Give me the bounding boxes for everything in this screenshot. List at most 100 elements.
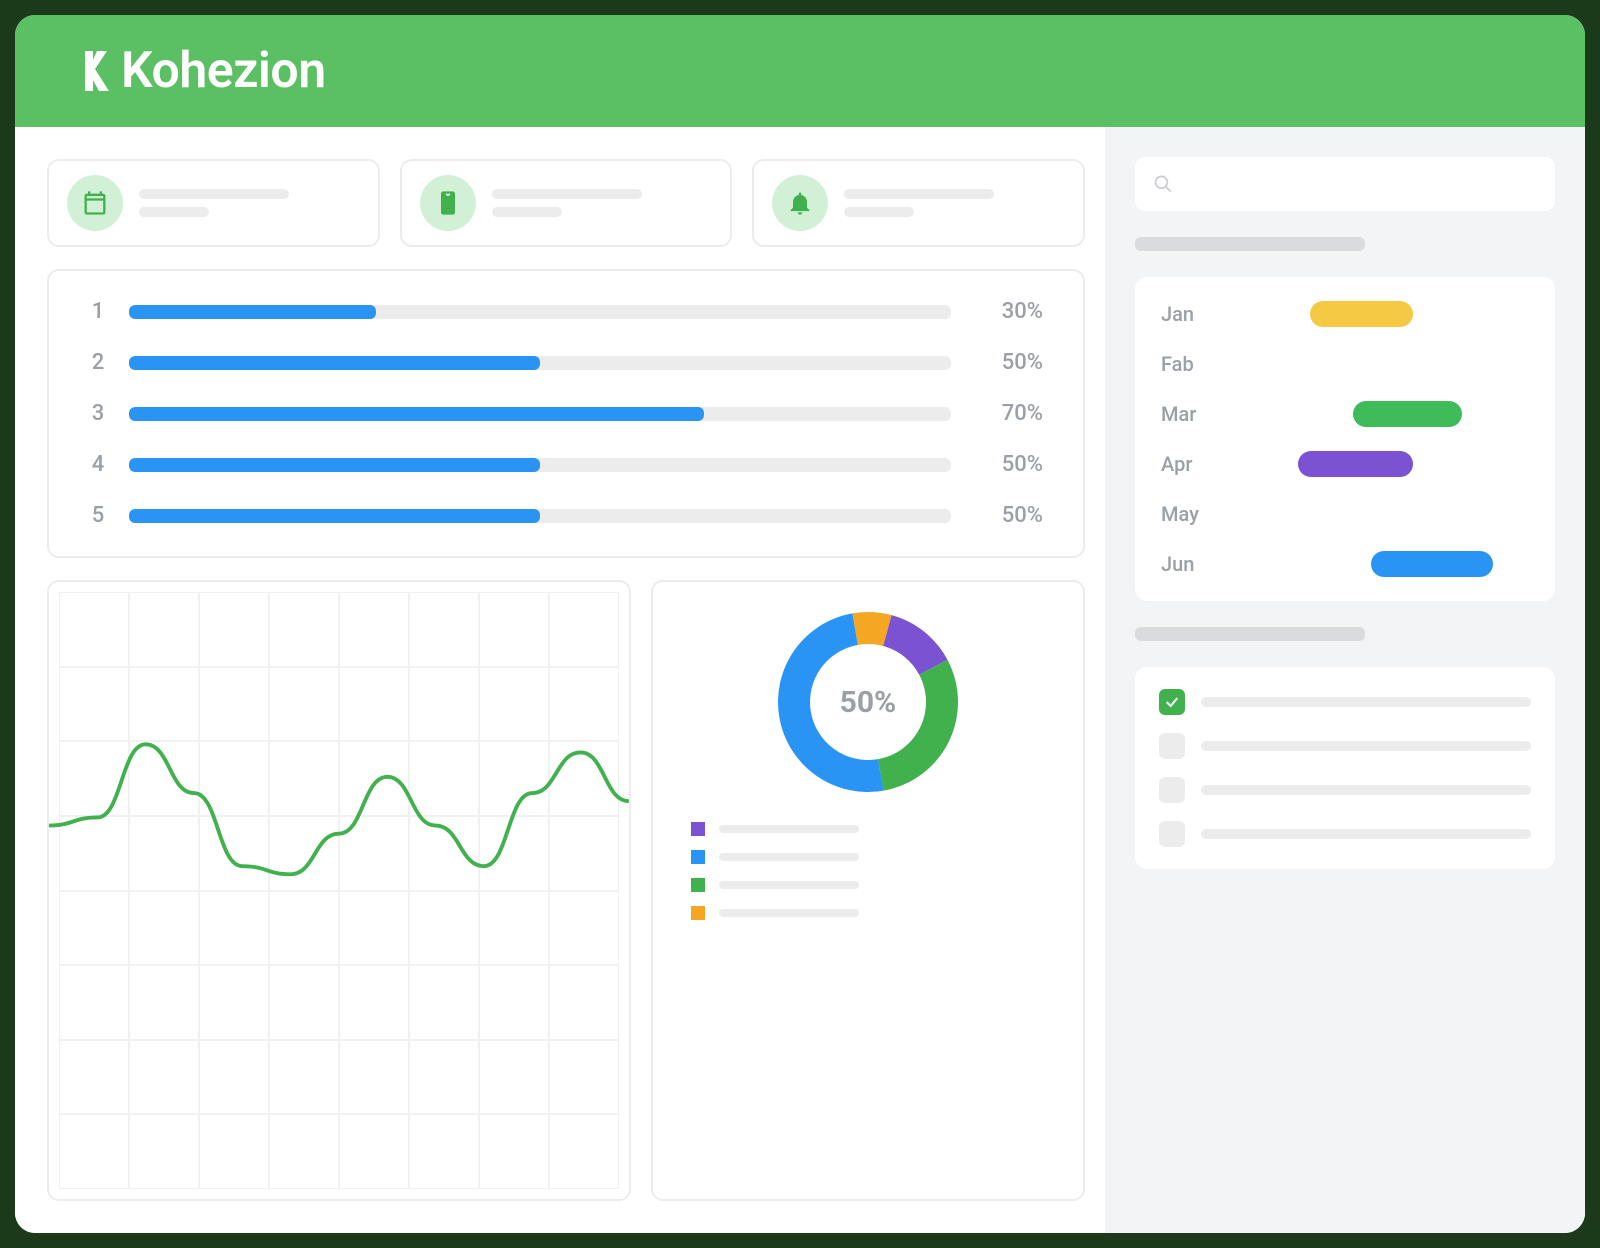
checklist-panel bbox=[1135, 667, 1555, 869]
gantt-row: Jun bbox=[1161, 551, 1529, 577]
legend-item bbox=[691, 850, 859, 864]
placeholder-line bbox=[139, 189, 289, 199]
legend-item bbox=[691, 822, 859, 836]
checkbox-icon[interactable] bbox=[1159, 777, 1185, 803]
search-box[interactable] bbox=[1135, 157, 1555, 211]
checklist-item[interactable] bbox=[1159, 777, 1531, 803]
gantt-bar bbox=[1310, 301, 1413, 327]
placeholder-line bbox=[1201, 741, 1531, 751]
bar-index: 3 bbox=[89, 401, 107, 426]
gantt-month-label: Apr bbox=[1161, 452, 1209, 476]
gantt-month-label: May bbox=[1161, 502, 1209, 526]
sidebar: Jan Fab Mar Apr May Jun bbox=[1105, 127, 1585, 1233]
main-column: 1 30% 2 50% 3 70% 4 50% 5 50% 50% bbox=[15, 127, 1105, 1233]
progress-bar-row: 5 50% bbox=[89, 503, 1043, 528]
gantt-row: Mar bbox=[1161, 401, 1529, 427]
bar-index: 5 bbox=[89, 503, 107, 528]
checkbox-icon[interactable] bbox=[1159, 733, 1185, 759]
legend-item bbox=[691, 906, 859, 920]
placeholder-line bbox=[492, 189, 642, 199]
checklist-item[interactable] bbox=[1159, 689, 1531, 715]
progress-bars-panel: 1 30% 2 50% 3 70% 4 50% 5 50% bbox=[47, 269, 1085, 558]
placeholder-line bbox=[139, 207, 209, 217]
donut-center-label: 50% bbox=[840, 685, 897, 720]
brand-name: Kohezion bbox=[121, 42, 326, 100]
bar-track bbox=[129, 509, 951, 523]
summary-card-calendar[interactable] bbox=[47, 159, 380, 247]
donut-chart: 50% bbox=[768, 602, 968, 802]
checklist-item[interactable] bbox=[1159, 821, 1531, 847]
placeholder-line bbox=[844, 189, 994, 199]
bar-percent: 50% bbox=[973, 350, 1043, 375]
gantt-month-label: Jan bbox=[1161, 302, 1209, 326]
checkbox-icon[interactable] bbox=[1159, 821, 1185, 847]
bell-icon bbox=[772, 175, 828, 231]
gantt-bar bbox=[1371, 551, 1493, 577]
placeholder-line bbox=[719, 881, 859, 889]
placeholder-line bbox=[719, 825, 859, 833]
donut-legend bbox=[681, 822, 859, 920]
gantt-row: May bbox=[1161, 501, 1529, 527]
gantt-bar bbox=[1298, 451, 1414, 477]
progress-bar-row: 2 50% bbox=[89, 350, 1043, 375]
gantt-row: Apr bbox=[1161, 451, 1529, 477]
gantt-track bbox=[1225, 501, 1529, 527]
search-icon bbox=[1153, 173, 1173, 195]
bar-percent: 50% bbox=[973, 452, 1043, 477]
app-window: Kohezion bbox=[15, 15, 1585, 1233]
search-input[interactable] bbox=[1183, 174, 1537, 195]
placeholder-line bbox=[1201, 697, 1531, 707]
legend-swatch bbox=[691, 822, 705, 836]
calendar-icon bbox=[67, 175, 123, 231]
progress-bar-row: 1 30% bbox=[89, 299, 1043, 324]
legend-swatch bbox=[691, 878, 705, 892]
gantt-track bbox=[1225, 551, 1529, 577]
checkbox-checked-icon[interactable] bbox=[1159, 689, 1185, 715]
section-heading-placeholder bbox=[1135, 237, 1365, 251]
charts-row: 50% bbox=[47, 580, 1085, 1201]
gantt-track bbox=[1225, 351, 1529, 377]
legend-swatch bbox=[691, 906, 705, 920]
bar-percent: 70% bbox=[973, 401, 1043, 426]
summary-card-bell[interactable] bbox=[752, 159, 1085, 247]
bar-track bbox=[129, 305, 951, 319]
placeholder-line bbox=[844, 207, 914, 217]
bar-index: 2 bbox=[89, 350, 107, 375]
gantt-track bbox=[1225, 451, 1529, 477]
line-chart-panel bbox=[47, 580, 631, 1201]
bar-index: 1 bbox=[89, 299, 107, 324]
bar-track bbox=[129, 458, 951, 472]
gantt-bar bbox=[1353, 401, 1462, 427]
gantt-row: Jan bbox=[1161, 301, 1529, 327]
gantt-month-label: Jun bbox=[1161, 552, 1209, 576]
bar-percent: 50% bbox=[973, 503, 1043, 528]
bar-index: 4 bbox=[89, 452, 107, 477]
placeholder-line bbox=[719, 909, 859, 917]
placeholder-line bbox=[492, 207, 562, 217]
clipboard-icon bbox=[420, 175, 476, 231]
donut-chart-panel: 50% bbox=[651, 580, 1085, 1201]
legend-swatch bbox=[691, 850, 705, 864]
bar-track bbox=[129, 356, 951, 370]
section-heading-placeholder bbox=[1135, 627, 1365, 641]
progress-bar-row: 3 70% bbox=[89, 401, 1043, 426]
app-body: 1 30% 2 50% 3 70% 4 50% 5 50% 50% bbox=[15, 127, 1585, 1233]
bar-percent: 30% bbox=[973, 299, 1043, 324]
gantt-panel: Jan Fab Mar Apr May Jun bbox=[1135, 277, 1555, 601]
gantt-month-label: Fab bbox=[1161, 352, 1209, 376]
gantt-track bbox=[1225, 301, 1529, 327]
gantt-track bbox=[1225, 401, 1529, 427]
legend-item bbox=[691, 878, 859, 892]
gantt-month-label: Mar bbox=[1161, 402, 1209, 426]
placeholder-line bbox=[719, 853, 859, 861]
placeholder-line bbox=[1201, 785, 1531, 795]
brand-logo-icon bbox=[75, 47, 115, 95]
progress-bar-row: 4 50% bbox=[89, 452, 1043, 477]
bar-track bbox=[129, 407, 951, 421]
summary-cards bbox=[47, 159, 1085, 247]
placeholder-line bbox=[1201, 829, 1531, 839]
line-chart bbox=[49, 582, 629, 988]
summary-card-clipboard[interactable] bbox=[400, 159, 733, 247]
checklist-item[interactable] bbox=[1159, 733, 1531, 759]
app-header: Kohezion bbox=[15, 15, 1585, 127]
